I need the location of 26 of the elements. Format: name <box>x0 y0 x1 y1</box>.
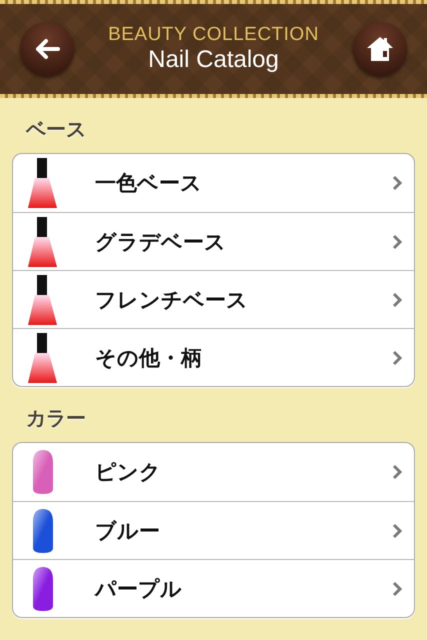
back-button[interactable] <box>20 22 74 76</box>
home-icon <box>366 36 394 62</box>
page-title: Nail Catalog <box>148 46 279 74</box>
list-item[interactable]: フレンチベース <box>13 270 414 328</box>
home-button[interactable] <box>353 22 407 76</box>
chevron-icon <box>392 522 402 538</box>
section-header: ベース <box>24 116 87 143</box>
chevron-icon <box>392 350 402 366</box>
nail-polish-bottle-icon <box>26 157 60 209</box>
list-item[interactable]: パープル <box>13 559 414 617</box>
back-arrow-icon <box>34 38 60 60</box>
chevron-icon <box>392 234 402 250</box>
section-header: カラー <box>25 405 87 432</box>
nail-polish-bottle-icon <box>26 216 60 268</box>
nail-polish-bottle-icon <box>26 332 60 384</box>
brand-title: BEAUTY COLLECTION <box>108 24 319 46</box>
list-item[interactable]: ブルー <box>13 501 414 559</box>
list-item[interactable]: ピンク <box>13 443 414 501</box>
chevron-icon <box>392 292 402 308</box>
chevron-icon <box>392 580 402 596</box>
list-item[interactable]: グラデベース <box>13 212 414 270</box>
list-item[interactable]: 一色ベース <box>13 154 414 212</box>
chevron-icon <box>392 175 402 191</box>
nail-polish-bottle-icon <box>26 274 60 326</box>
list-item[interactable]: その他・柄 <box>13 328 414 386</box>
chevron-icon <box>392 464 402 480</box>
